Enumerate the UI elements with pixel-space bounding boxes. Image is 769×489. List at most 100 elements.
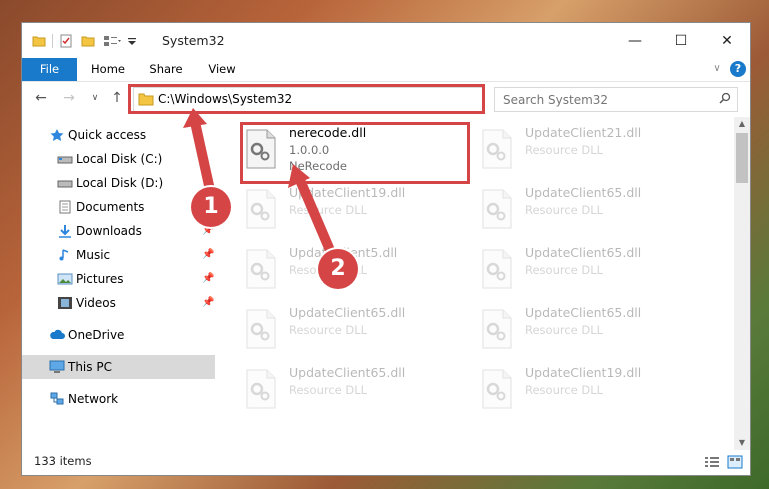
file-description: Resource DLL	[525, 143, 604, 157]
file-item[interactable]: UpdateClient65.dll Resource DLL	[237, 301, 457, 357]
recent-locations-button[interactable]: ∨	[86, 89, 104, 107]
sidebar-item-label: OneDrive	[68, 328, 125, 342]
drive-icon	[57, 156, 73, 164]
dll-file-icon	[481, 369, 513, 409]
close-button[interactable]: ✕	[704, 23, 750, 58]
file-item[interactable]: UpdateClient65.dll Resource DLL	[237, 361, 457, 417]
sidebar-item-network[interactable]: Network	[22, 387, 215, 411]
sidebar-item-label: Local Disk (D:)	[76, 176, 164, 190]
details-view-icon[interactable]	[704, 456, 720, 468]
view-options-icon[interactable]	[103, 34, 121, 48]
sidebar-item-label: Documents	[76, 200, 145, 214]
file-name: UpdateClient19.dll	[289, 185, 406, 200]
download-icon	[59, 225, 71, 238]
chevron-down-icon[interactable]: ∨	[710, 62, 724, 76]
sidebar-item-quick-access[interactable]: Quick access	[22, 123, 215, 147]
dll-file-icon	[245, 249, 277, 289]
back-button[interactable]: ←	[32, 89, 50, 107]
sidebar-item-label: Videos	[76, 296, 116, 310]
sidebar-item-music[interactable]: Music 📌	[22, 243, 215, 267]
file-item[interactable]: UpdateClient19.dll Resource DLL	[473, 361, 693, 417]
minimize-button[interactable]: —	[612, 23, 658, 58]
status-bar: 133 items	[22, 450, 750, 475]
file-description: Resource DLL	[289, 203, 368, 217]
videos-icon	[58, 297, 72, 309]
customize-toolbar-icon[interactable]	[127, 34, 137, 48]
properties-icon[interactable]	[59, 34, 73, 48]
dll-file-icon	[481, 309, 513, 349]
maximize-button[interactable]: ☐	[658, 23, 704, 58]
file-name: UpdateClient21.dll	[525, 125, 642, 140]
sidebar-item-label: Pictures	[76, 272, 124, 286]
file-item[interactable]: UpdateClient65.dll Resource DLL	[473, 241, 693, 297]
file-description: Resource DLL	[525, 323, 604, 337]
sidebar-item-videos[interactable]: Videos 📌	[22, 291, 215, 315]
sidebar-item-label: Downloads	[76, 224, 142, 238]
sidebar-item-this-pc[interactable]: This PC	[22, 355, 215, 379]
sidebar-item-documents[interactable]: Documents 📌	[22, 195, 215, 219]
pin-icon[interactable]: 📌	[202, 297, 214, 308]
search-input[interactable]	[501, 91, 705, 109]
file-description: Resource DLL	[289, 383, 368, 397]
folder-icon[interactable]	[32, 34, 46, 48]
title-bar: System32 — ☐ ✕	[22, 23, 750, 58]
file-highlight-box	[240, 122, 470, 184]
computer-icon	[49, 360, 65, 373]
tab-file[interactable]: File	[22, 58, 77, 81]
dll-file-icon	[245, 309, 277, 349]
file-item[interactable]: UpdateClient65.dll Resource DLL	[473, 181, 693, 237]
scroll-down-button[interactable]: ▼	[734, 436, 750, 450]
search-box[interactable]	[494, 87, 738, 112]
sidebar-item-onedrive[interactable]: OneDrive	[22, 323, 215, 347]
tab-home[interactable]: Home	[84, 58, 132, 81]
large-icons-view-icon[interactable]	[727, 455, 743, 469]
scroll-up-button[interactable]: ▲	[734, 117, 750, 131]
forward-button[interactable]: →	[60, 89, 78, 107]
file-name: UpdateClient65.dll	[289, 365, 406, 380]
sidebar-item-local-disk-d[interactable]: Local Disk (D:)	[22, 171, 215, 195]
file-item[interactable]: UpdateClient19.dll Resource DLL	[237, 181, 457, 237]
file-item[interactable]: UpdateClient21.dll Resource DLL	[473, 121, 693, 177]
vertical-scrollbar[interactable]: ▲ ▼	[734, 117, 750, 450]
file-description: Resource DLL	[525, 203, 604, 217]
search-icon[interactable]	[719, 92, 731, 104]
file-description: Resource DLL	[289, 323, 368, 337]
file-name: UpdateClient65.dll	[525, 185, 642, 200]
up-button[interactable]: ↑	[108, 89, 126, 107]
dll-file-icon	[481, 249, 513, 289]
sidebar-item-pictures[interactable]: Pictures 📌	[22, 267, 215, 291]
music-icon	[59, 249, 69, 261]
step-badge-2: 2	[318, 249, 358, 289]
sidebar-item-label: Network	[68, 392, 119, 406]
dll-file-icon	[481, 189, 513, 229]
pin-icon[interactable]: 📌	[202, 273, 214, 284]
tab-view[interactable]: View	[198, 58, 246, 81]
item-count: 133 items	[34, 454, 92, 468]
help-icon[interactable]: ?	[730, 61, 746, 77]
window-title: System32	[162, 33, 225, 48]
file-name: UpdateClient19.dll	[525, 365, 642, 380]
sidebar-item-label: This PC	[68, 360, 112, 374]
step-badge-1: 1	[191, 187, 231, 227]
scroll-thumb[interactable]	[736, 133, 748, 183]
file-item[interactable]: UpdateClient65.dll Resource DLL	[473, 301, 693, 357]
pin-icon[interactable]: 📌	[202, 249, 214, 260]
sidebar-item-label: Local Disk (C:)	[76, 152, 163, 166]
dll-file-icon	[245, 369, 277, 409]
quick-access-toolbar	[32, 32, 137, 50]
sidebar-item-label: Music	[76, 248, 111, 262]
pictures-icon	[57, 273, 73, 285]
file-name: UpdateClient65.dll	[289, 305, 406, 320]
tab-share[interactable]: Share	[142, 58, 190, 81]
file-description: Resource DLL	[525, 383, 604, 397]
file-name: UpdateClient65.dll	[525, 305, 642, 320]
sidebar-item-downloads[interactable]: Downloads 📌	[22, 219, 215, 243]
sidebar-item-local-disk-c[interactable]: Local Disk (C:)	[22, 147, 215, 171]
ribbon: File Home Share View ∨ ?	[22, 58, 750, 82]
dll-file-icon	[481, 129, 513, 169]
documents-icon	[59, 200, 71, 214]
star-icon	[50, 129, 64, 141]
drive-icon	[57, 180, 73, 188]
new-folder-icon[interactable]	[81, 34, 95, 48]
cloud-icon	[50, 329, 65, 339]
